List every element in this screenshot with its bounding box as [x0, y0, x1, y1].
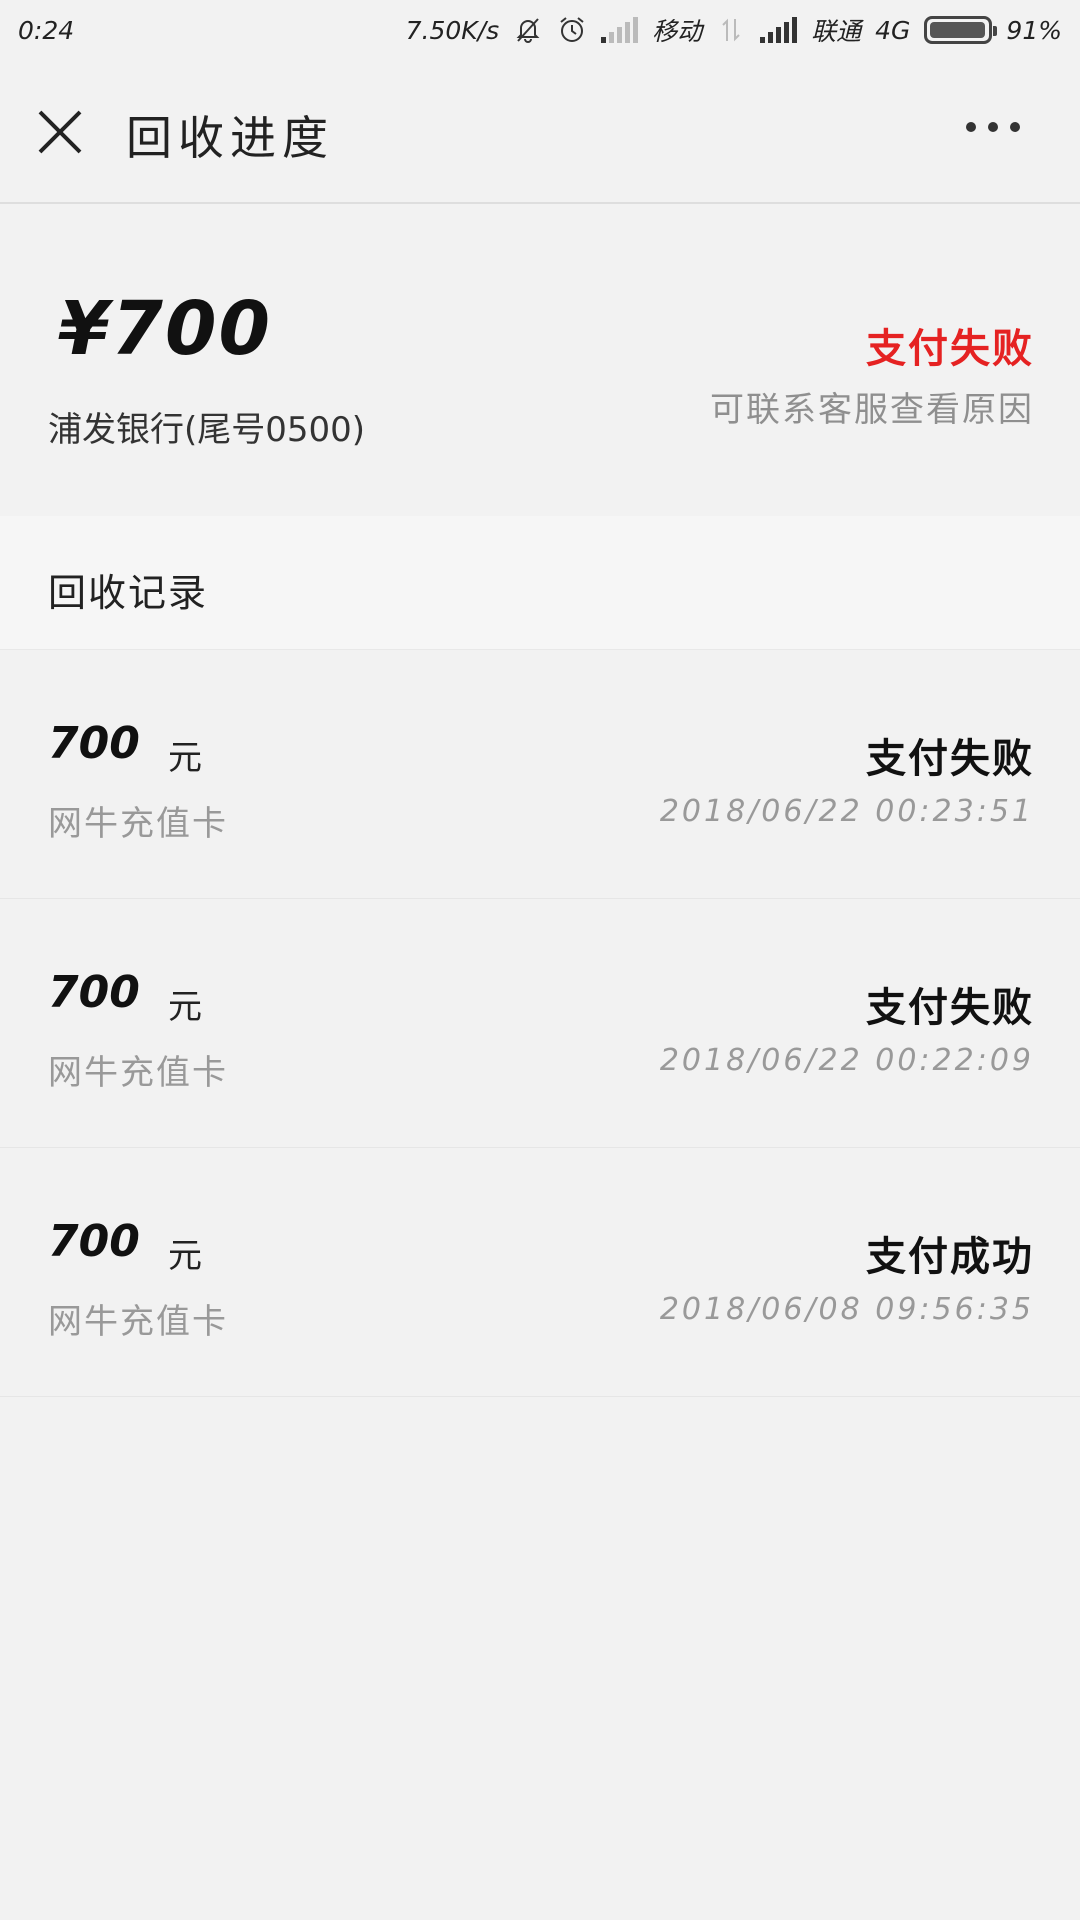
list-item[interactable]: 700 元 网牛充值卡 支付失败 2018/06/22 00:22:09 — [0, 899, 1080, 1148]
carrier-1: 移动 — [652, 17, 703, 46]
record-status: 支付失败 — [866, 736, 1034, 782]
payment-summary: ¥700 浦发银行(尾号0500) 支付失败 可联系客服查看原因 — [0, 206, 1080, 516]
net-speed: 7.50K/s — [405, 15, 500, 45]
summary-status: 支付失败 — [866, 326, 1034, 372]
more-icon[interactable] — [966, 122, 1020, 132]
record-type: 网牛充值卡 — [48, 1302, 228, 1342]
records-list: 700 元 网牛充值卡 支付失败 2018/06/22 00:23:51 700… — [0, 650, 1080, 1397]
battery-icon — [924, 16, 998, 44]
battery-percent: 91% — [1006, 15, 1062, 45]
records-section-header: 回收记录 — [0, 516, 1080, 650]
header-bar: 回收进度 — [0, 60, 1080, 204]
record-time: 2018/06/08 09:56:35 — [659, 1292, 1034, 1327]
alarm-icon — [560, 17, 584, 42]
signal-icon — [601, 17, 639, 43]
bank-account: 浦发银行(尾号0500) — [48, 410, 366, 450]
close-icon[interactable] — [36, 108, 84, 156]
contact-hint[interactable]: 可联系客服查看原因 — [710, 382, 1034, 431]
status-icons: 7.50K/s 移动 联通 4G 91% — [406, 12, 1062, 48]
list-item[interactable]: 700 元 网牛充值卡 支付失败 2018/06/22 00:23:51 — [0, 650, 1080, 899]
record-amount: 700 — [48, 967, 140, 1018]
status-time: 0:24 — [18, 15, 75, 45]
record-amount: 700 — [48, 718, 140, 769]
carrier-2: 联通 — [811, 17, 862, 46]
record-time: 2018/06/22 00:23:51 — [659, 794, 1034, 829]
summary-amount: ¥700 — [58, 286, 272, 372]
mute-bell-icon — [516, 18, 540, 43]
record-unit: 元 — [168, 987, 202, 1027]
records-title: 回收记录 — [48, 571, 209, 615]
page-title: 回收进度 — [126, 111, 334, 165]
record-type: 网牛充值卡 — [48, 1053, 228, 1093]
status-bar: 0:24 7.50K/s 移动 联通 4G 91% — [0, 0, 1080, 60]
network-type: 4G — [875, 15, 911, 45]
signal-icon-2 — [760, 17, 798, 43]
record-unit: 元 — [168, 1236, 202, 1276]
record-unit: 元 — [168, 738, 202, 778]
data-transfer-icon — [722, 18, 740, 42]
list-item[interactable]: 700 元 网牛充值卡 支付成功 2018/06/08 09:56:35 — [0, 1148, 1080, 1397]
record-status: 支付成功 — [866, 1234, 1034, 1280]
record-type: 网牛充值卡 — [48, 804, 228, 844]
record-time: 2018/06/22 00:22:09 — [659, 1043, 1034, 1078]
record-amount: 700 — [48, 1216, 140, 1267]
record-status: 支付失败 — [866, 985, 1034, 1031]
